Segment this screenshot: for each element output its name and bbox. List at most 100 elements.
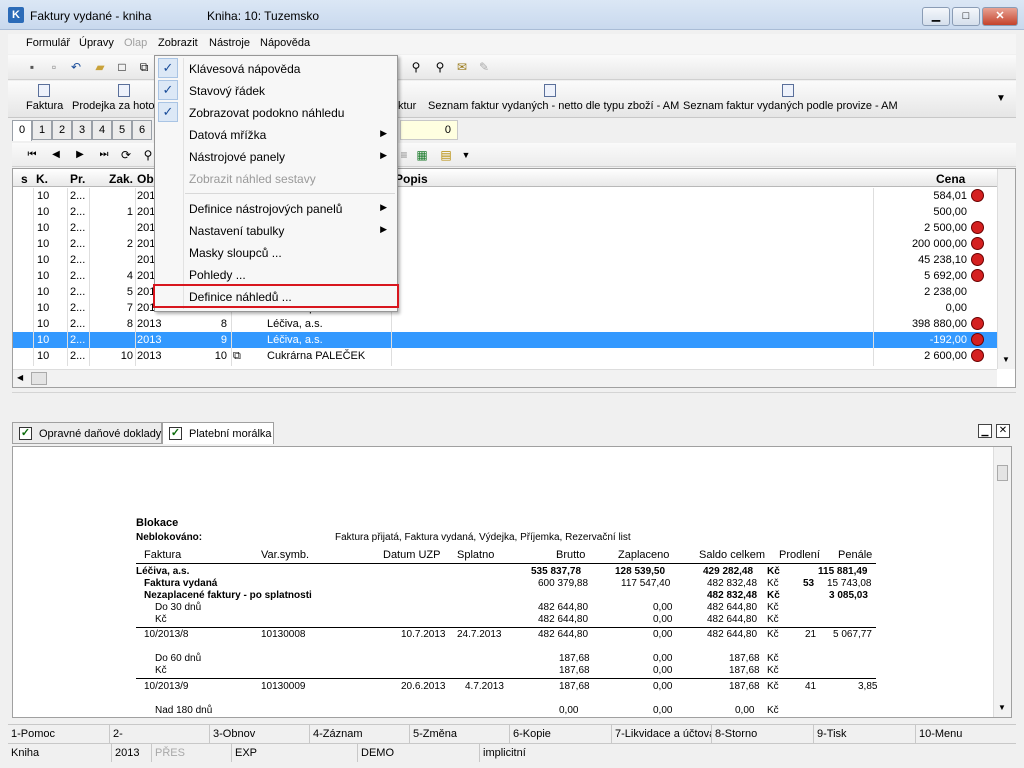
menu-napoveda[interactable]: Nápověda: [260, 37, 310, 49]
cell-ob: 2013: [137, 318, 162, 330]
report-fv-saldo: 482 832,48: [707, 578, 758, 589]
col-popis[interactable]: Popis: [395, 172, 428, 186]
table-row[interactable]: 10 2... 8 2013 8 Léčiva, a.s. 398 880,00: [13, 316, 997, 332]
scroll-down-icon[interactable]: ▼: [1002, 355, 1010, 364]
menu-item-definice-nastrojovych-panelu[interactable]: Definice nástrojových panelů ▶: [155, 197, 397, 219]
toolbar-overflow-icon[interactable]: ▼: [996, 93, 1006, 104]
fkey-8[interactable]: 8-Storno: [712, 725, 814, 743]
tab-opravne-danove-doklady[interactable]: ✓ Opravné daňové doklady: [12, 422, 162, 444]
column-divider: [89, 188, 90, 366]
report-fv-prodleni: 53: [803, 578, 815, 589]
col-ob[interactable]: Ob: [137, 172, 154, 186]
filter-icon[interactable]: ≡: [396, 147, 412, 163]
menu-item-podokno-nahledu[interactable]: ✓ Zobrazovat podokno náhledu: [155, 101, 397, 123]
grid-horizontal-scrollbar[interactable]: ◀: [13, 369, 997, 387]
menu-zobrazit[interactable]: Zobrazit: [158, 37, 198, 49]
report-button-provize[interactable]: Seznam faktur vydaných podle provize - A…: [683, 100, 898, 112]
report-fv-penale: 15 743,08: [827, 578, 872, 589]
col-zak[interactable]: Zak.: [109, 172, 133, 186]
previous-record-icon[interactable]: ◀: [48, 147, 64, 163]
menu-item-stavovy-radek[interactable]: ✓ Stavový řádek: [155, 79, 397, 101]
fkey-6[interactable]: 6-Kopie: [510, 725, 612, 743]
tab-1[interactable]: 1: [32, 120, 52, 140]
tab-6[interactable]: 6: [132, 120, 152, 140]
cell-k: 10: [37, 222, 50, 234]
scroll-thumb[interactable]: [31, 372, 47, 385]
open-folder-icon[interactable]: ▰: [92, 59, 108, 75]
cell-cena: -192,00: [929, 334, 967, 346]
tab-platebni-moralka[interactable]: ✓ Platební morálka: [162, 422, 274, 444]
document-icon: ⧉: [233, 350, 241, 362]
fkey-2[interactable]: 2-: [110, 725, 210, 743]
scroll-left-icon[interactable]: ◀: [17, 373, 23, 382]
col-s[interactable]: s: [21, 172, 28, 186]
edit-disabled-icon[interactable]: ✎: [476, 59, 492, 75]
rh-datum-uzp: Datum UZP: [383, 549, 441, 561]
tab-0[interactable]: 0: [12, 120, 32, 141]
preview-scroll-down-icon[interactable]: ▼: [998, 703, 1006, 712]
panel-minimize-icon[interactable]: ▁: [978, 424, 992, 438]
fkey-4[interactable]: 4-Záznam: [310, 725, 410, 743]
copy-icon[interactable]: ⧉: [136, 59, 152, 75]
col-pr[interactable]: Pr.: [70, 172, 85, 186]
mail-icon[interactable]: ✉: [454, 59, 470, 75]
cell-pr: 2...: [70, 318, 86, 330]
tab-checkbox[interactable]: ✓: [19, 427, 32, 440]
cell-k: 10: [37, 206, 50, 218]
report-button-prodejka[interactable]: Prodejka za hoto: [72, 100, 155, 112]
find-next-icon[interactable]: ⚲: [432, 59, 448, 75]
report-button-faktura[interactable]: Faktura: [26, 100, 63, 112]
table-row[interactable]: 10 2... 10 2013 10 Cukrárna PALEČEK 2 600,00 ⧉: [13, 348, 997, 364]
report-button-netto[interactable]: Seznam faktur vydaných - netto dle typu …: [428, 100, 679, 112]
undo-icon[interactable]: ↶: [68, 59, 84, 75]
menu-item-pohledy[interactable]: Pohledy ...: [155, 263, 397, 285]
col-k[interactable]: K.: [36, 172, 48, 186]
tab-2[interactable]: 2: [52, 120, 72, 140]
last-record-icon[interactable]: ⏭: [96, 147, 112, 163]
save-as-icon[interactable]: ▫: [46, 59, 62, 75]
preview-scroll-thumb[interactable]: [997, 465, 1008, 481]
refresh-icon[interactable]: ⟳: [118, 147, 134, 163]
cell-pr: 2...: [70, 334, 86, 346]
fkey-10[interactable]: 10-Menu: [916, 725, 1016, 743]
fkey-7[interactable]: 7-Likvidace a účtová: [612, 725, 712, 743]
export-icon[interactable]: ▦: [414, 147, 430, 163]
table-row[interactable]: 10 2... 2013 9 Léčiva, a.s. -192,00: [13, 332, 997, 348]
maximize-button[interactable]: □: [952, 7, 980, 26]
binoculars-icon[interactable]: ⚲: [408, 59, 424, 75]
grid-vertical-scrollbar[interactable]: ▼: [997, 169, 1015, 369]
fkey-9[interactable]: 9-Tisk: [814, 725, 916, 743]
menu-item-nastaveni-tabulky[interactable]: Nastavení tabulky ▶: [155, 219, 397, 241]
list-icon[interactable]: ▤: [438, 147, 454, 163]
report-nad180-saldo: 0,00: [735, 705, 755, 716]
report-button-faktur[interactable]: ktur: [398, 100, 416, 112]
tab-5[interactable]: 5: [112, 120, 132, 140]
menu-item-datova-mrizka[interactable]: Datová mřížka ▶: [155, 123, 397, 145]
tab-3[interactable]: 3: [72, 120, 92, 140]
menu-upravy[interactable]: Úpravy: [79, 37, 114, 49]
dropdown-icon[interactable]: ▼: [458, 147, 474, 163]
menu-olap[interactable]: Olap: [124, 37, 147, 49]
first-record-icon[interactable]: ⏮: [24, 147, 40, 163]
tab-checkbox[interactable]: ✓: [169, 427, 182, 440]
menu-item-klavesova-napoveda[interactable]: ✓ Klávesová nápověda: [155, 57, 397, 79]
fkey-3[interactable]: 3-Obnov: [210, 725, 310, 743]
col-cena[interactable]: Cena: [936, 172, 965, 186]
menu-item-nastrojove-panely[interactable]: Nástrojové panely ▶: [155, 145, 397, 167]
close-button[interactable]: ✕: [982, 7, 1018, 26]
fkey-1[interactable]: 1-Pomoc: [8, 725, 110, 743]
preview-scrollbar[interactable]: ▼: [993, 447, 1011, 717]
menu-item-nahled-sestavy[interactable]: Zobrazit náhled sestavy: [155, 167, 397, 189]
panel-close-icon[interactable]: ✕: [996, 424, 1010, 438]
fkey-5[interactable]: 5-Změna: [410, 725, 510, 743]
menu-formular[interactable]: Formulář: [26, 37, 70, 49]
menu-nastroje[interactable]: Nástroje: [209, 37, 250, 49]
status-kniha: Kniha: [8, 744, 112, 762]
tab-4[interactable]: 4: [92, 120, 112, 140]
report-do30-label: Do 30 dnů: [155, 602, 202, 613]
save-icon[interactable]: ▪: [24, 59, 40, 75]
next-record-icon[interactable]: ▶: [72, 147, 88, 163]
menu-item-masky-sloupcu[interactable]: Masky sloupců ...: [155, 241, 397, 263]
new-document-icon[interactable]: □: [114, 59, 130, 75]
minimize-button[interactable]: ▁: [922, 7, 950, 26]
